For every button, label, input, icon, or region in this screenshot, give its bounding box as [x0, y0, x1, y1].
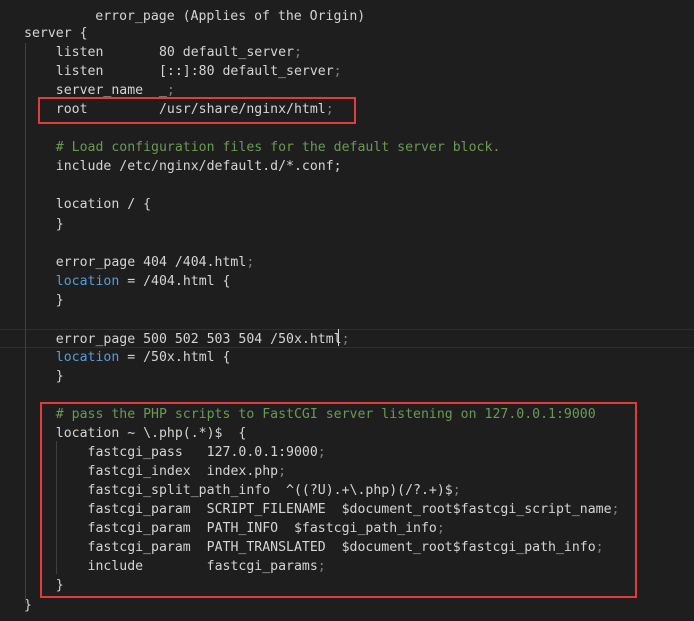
- code-line[interactable]: [0, 310, 694, 329]
- code-token: ;: [341, 331, 350, 347]
- code-line[interactable]: }: [0, 215, 694, 234]
- code-line[interactable]: server {: [0, 24, 694, 43]
- code-token: ;: [293, 45, 302, 61]
- code-line[interactable]: fastcgi_index index.php;: [0, 462, 694, 481]
- code-line[interactable]: listen [::]:80 default_server;: [0, 62, 694, 81]
- code-editor[interactable]: error_page (Applies of the Origin) serve…: [0, 0, 694, 621]
- code-line[interactable]: location = /50x.html {: [0, 348, 694, 367]
- code-line[interactable]: server_name _;: [0, 81, 694, 100]
- code-line[interactable]: [0, 234, 694, 253]
- code-line[interactable]: include fastcgi_params;: [0, 557, 694, 576]
- code-token: fastcgi_pass 127.0.0.1:9000: [87, 445, 318, 461]
- code-token: error_page 500 502 503 504 /50x.html: [55, 331, 342, 347]
- code-line[interactable]: }: [0, 596, 694, 615]
- code-token: # pass the PHP scripts to FastCGI server…: [55, 407, 596, 422]
- code-token: ;: [246, 254, 255, 270]
- code-token: ;: [452, 483, 461, 499]
- code-line[interactable]: include /etc/nginx/default.d/*.conf;: [0, 157, 694, 176]
- code-token: error_page 404 /404.html: [55, 254, 247, 270]
- code-token: ;: [325, 102, 334, 118]
- code-token: include /etc/nginx/default.d/*.conf;: [55, 159, 342, 175]
- code-token: server_name _: [55, 83, 167, 99]
- indent-guide: [56, 441, 57, 574]
- code-token: location ~ \.php(.*)$ {: [55, 426, 247, 442]
- code-token: ;: [611, 502, 620, 518]
- code-line[interactable]: # Load configuration files for the defau…: [0, 138, 694, 157]
- code-line[interactable]: fastcgi_param PATH_INFO $fastcgi_path_in…: [0, 519, 694, 538]
- code-line[interactable]: location / {: [0, 195, 694, 214]
- code-token: location: [55, 273, 120, 289]
- clipped-text: error_page (Applies of the Origin): [31, 9, 374, 24]
- code-token: fastcgi_split_path_info ^((?U).+\.php)(/…: [87, 483, 453, 499]
- code-token: listen 80 default_server: [55, 45, 294, 61]
- code-line[interactable]: fastcgi_param PATH_TRANSLATED $document_…: [0, 538, 694, 557]
- code-line-clipped: error_page (Applies of the Origin): [0, 0, 694, 24]
- code-token: fastcgi_param SCRIPT_FILENAME $document_…: [87, 502, 612, 518]
- code-token: root /usr/share/nginx/html: [55, 102, 326, 118]
- code-token: listen [::]:80 default_server: [55, 64, 334, 80]
- code-token: ;: [595, 540, 604, 556]
- code-line[interactable]: location = /404.html {: [0, 272, 694, 291]
- code-token: = /50x.html {: [119, 349, 231, 365]
- code-line[interactable]: fastcgi_split_path_info ^((?U).+\.php)(/…: [0, 481, 694, 500]
- code-token: }: [55, 578, 64, 594]
- code-line[interactable]: [0, 386, 694, 405]
- code-line[interactable]: [0, 176, 694, 195]
- code-line[interactable]: location ~ \.php(.*)$ {: [0, 424, 694, 443]
- code-token: }: [55, 216, 64, 232]
- code-token: }: [55, 292, 64, 308]
- code-token: ;: [317, 559, 326, 575]
- code-line[interactable]: root /usr/share/nginx/html;: [0, 100, 694, 119]
- indent-guide: [25, 43, 26, 603]
- code-token: include fastcgi_params: [87, 559, 318, 575]
- code-line[interactable]: }: [0, 367, 694, 386]
- code-token: ;: [278, 464, 287, 480]
- code-line[interactable]: listen 80 default_server;: [0, 43, 694, 62]
- code-token: = /404.html {: [119, 273, 231, 289]
- code-token: fastcgi_param PATH_TRANSLATED $document_…: [87, 540, 596, 556]
- code-line[interactable]: }: [0, 576, 694, 595]
- code-token: }: [55, 368, 64, 384]
- code-token: fastcgi_index index.php: [87, 464, 279, 480]
- code-token: location: [55, 349, 120, 365]
- code-token: fastcgi_param PATH_INFO $fastcgi_path_in…: [87, 521, 437, 537]
- code-token: ;: [317, 445, 326, 461]
- code-line[interactable]: }: [0, 291, 694, 310]
- code-line[interactable]: fastcgi_pass 127.0.0.1:9000;: [0, 443, 694, 462]
- code-line[interactable]: error_page 404 /404.html;: [0, 253, 694, 272]
- code-token: ;: [333, 64, 342, 80]
- text-cursor: [338, 329, 339, 346]
- code-line[interactable]: fastcgi_param SCRIPT_FILENAME $document_…: [0, 500, 694, 519]
- code-token: location / {: [55, 197, 152, 213]
- code-token: server {: [24, 26, 88, 41]
- code-line[interactable]: error_page 500 502 503 504 /50x.html;: [0, 328, 694, 348]
- code-token: ;: [166, 83, 175, 99]
- code-line[interactable]: [0, 119, 694, 138]
- code-line[interactable]: # pass the PHP scripts to FastCGI server…: [0, 405, 694, 424]
- code-token: ;: [436, 521, 445, 537]
- code-token: # Load configuration files for the defau…: [55, 140, 501, 156]
